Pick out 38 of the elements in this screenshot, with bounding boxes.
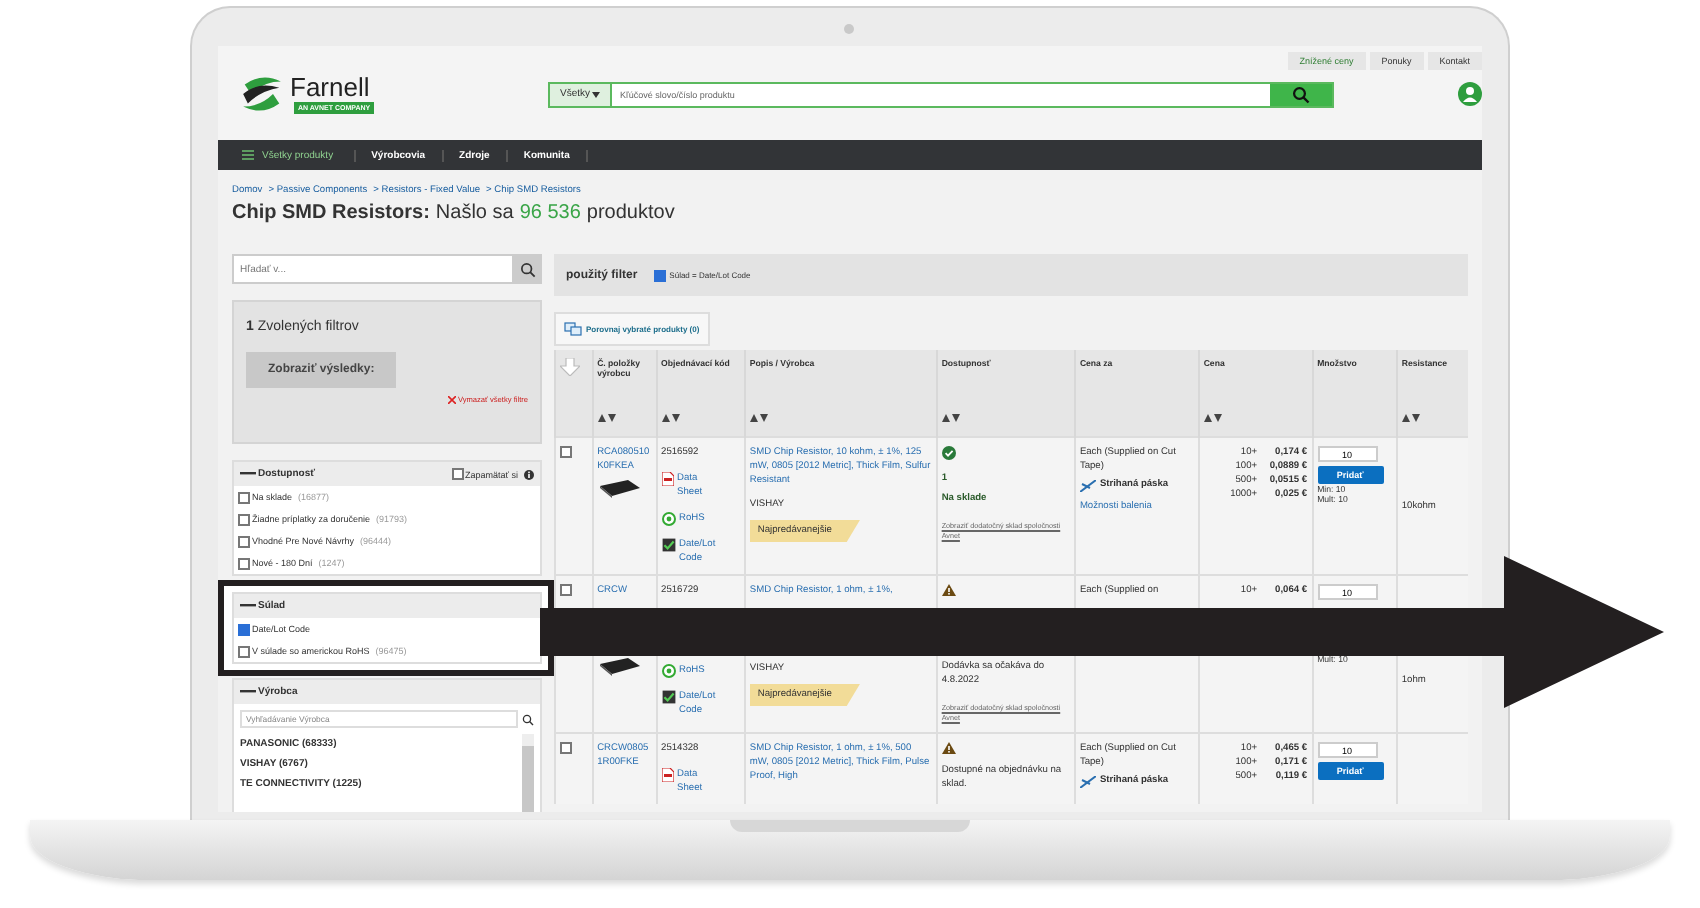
category-title: Chip SMD Resistors:: [232, 202, 430, 224]
info-icon[interactable]: [524, 469, 534, 479]
sort-icon[interactable]: [1203, 414, 1222, 422]
scrollbar[interactable]: [522, 734, 534, 812]
pdf-icon: [661, 768, 674, 782]
logo-icon: [238, 72, 286, 116]
pdf-icon: [661, 472, 674, 486]
sort-icon[interactable]: [941, 414, 960, 422]
sort-icon[interactable]: [597, 414, 616, 422]
menu-icon: [242, 150, 254, 160]
search-icon[interactable]: [512, 254, 542, 284]
user-icon[interactable]: [1458, 82, 1482, 106]
caret-icon: [592, 91, 601, 97]
close-icon: [447, 396, 456, 404]
result-text: produktov: [586, 202, 675, 224]
search-icon[interactable]: [522, 713, 534, 725]
row-checkbox[interactable]: [560, 584, 572, 596]
checked-document-icon: [661, 690, 676, 704]
checked-document-icon: [661, 538, 676, 552]
rohs-icon: [661, 664, 676, 678]
rohs-icon: [661, 512, 676, 526]
row-checkbox[interactable]: [560, 446, 572, 458]
cut-tape-icon: [1079, 775, 1096, 787]
sort-icon[interactable]: [661, 414, 680, 422]
cut-tape-icon: [1079, 479, 1096, 491]
arrow-down-icon: [560, 358, 580, 376]
resistor-chip-drawing: [597, 656, 642, 676]
search-icon: [1292, 85, 1310, 103]
search-button[interactable]: [1270, 83, 1332, 105]
sort-icon[interactable]: [1401, 414, 1420, 422]
camera-icon: [844, 24, 854, 34]
result-count: 96 536: [519, 202, 581, 224]
row-checkbox[interactable]: [560, 742, 572, 754]
sort-icon[interactable]: [749, 414, 768, 422]
logo-name: Farnell: [290, 74, 372, 100]
result-text: Našlo sa: [435, 202, 514, 224]
resistor-chip-drawing: [597, 478, 642, 498]
compare-icon: [564, 322, 582, 336]
